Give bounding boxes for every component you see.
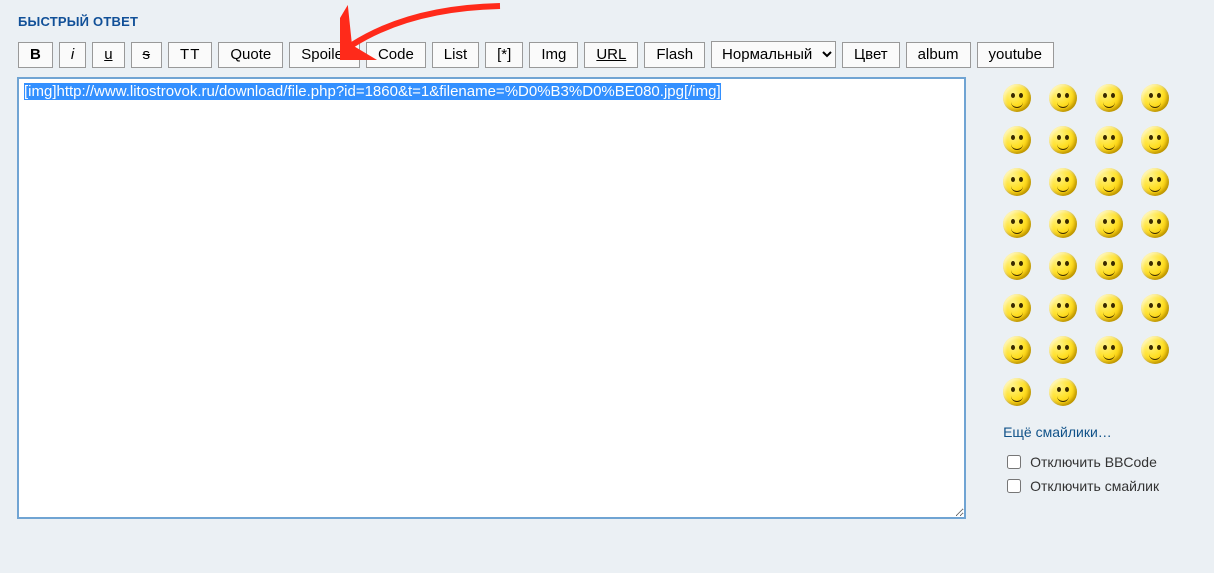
img-button[interactable]: Img	[529, 42, 578, 68]
smiley-pirate[interactable]	[1003, 84, 1031, 112]
smiley-laugh[interactable]	[1003, 252, 1031, 280]
smiley-blush[interactable]	[1049, 84, 1077, 112]
smiley-teeth[interactable]	[1095, 168, 1123, 196]
color-button[interactable]: Цвет	[842, 42, 900, 68]
smiley-clap[interactable]	[1003, 294, 1031, 322]
smiley-wave[interactable]	[1095, 210, 1123, 238]
disable-smilies-label: Отключить смайлик	[1030, 478, 1159, 494]
disable-smilies-checkbox[interactable]	[1007, 479, 1021, 493]
disable-bbcode-option[interactable]: Отключить BBCode	[1003, 452, 1196, 472]
smiley-sweat[interactable]	[1049, 210, 1077, 238]
disable-bbcode-checkbox[interactable]	[1007, 455, 1021, 469]
album-button[interactable]: album	[906, 42, 971, 68]
smiley-party[interactable]	[1049, 294, 1077, 322]
smiley-wink[interactable]	[1049, 168, 1077, 196]
smiley-crazy[interactable]	[1003, 378, 1031, 406]
smiley-shades[interactable]	[1049, 252, 1077, 280]
list-item-button[interactable]: [*]	[485, 42, 523, 68]
spoiler-button[interactable]: Spoiler	[289, 42, 360, 68]
list-button[interactable]: List	[432, 42, 479, 68]
smiley-tongue[interactable]	[1141, 336, 1169, 364]
smiley-frown[interactable]	[1141, 210, 1169, 238]
smiley-money[interactable]	[1095, 252, 1123, 280]
smiley-hmm[interactable]	[1095, 84, 1123, 112]
smiley-sleepy[interactable]	[1141, 294, 1169, 322]
smiley-angel[interactable]	[1141, 252, 1169, 280]
url-button[interactable]: URL	[584, 42, 638, 68]
quote-button[interactable]: Quote	[218, 42, 283, 68]
disable-smilies-option[interactable]: Отключить смайлик	[1003, 476, 1196, 496]
smiley-dizzy[interactable]	[1003, 168, 1031, 196]
smiley-thumbs[interactable]	[1003, 210, 1031, 238]
bold-button[interactable]: B	[18, 42, 53, 68]
smiley-thumbsup[interactable]	[1095, 336, 1123, 364]
smiley-hearts[interactable]	[1003, 126, 1031, 154]
code-button[interactable]: Code	[366, 42, 426, 68]
panel-title: БЫСТРЫЙ ОТВЕТ	[18, 14, 1196, 29]
youtube-button[interactable]: youtube	[977, 42, 1054, 68]
bbcode-toolbar: B i u s TT Quote Spoiler Code List [*] I…	[18, 41, 1196, 68]
smiley-ok[interactable]	[1003, 336, 1031, 364]
smiley-grid	[1003, 84, 1196, 406]
sidebar: Ещё смайлики… Отключить BBCode Отключить…	[965, 78, 1196, 500]
flash-button[interactable]: Flash	[644, 42, 705, 68]
italic-button[interactable]: i	[59, 42, 86, 68]
smiley-sun[interactable]	[1049, 336, 1077, 364]
smiley-dance[interactable]	[1049, 378, 1077, 406]
smiley-wow[interactable]	[1141, 168, 1169, 196]
tt-button[interactable]: TT	[168, 42, 212, 68]
smiley-smile[interactable]	[1141, 84, 1169, 112]
font-size-select[interactable]: Нормальный	[711, 41, 836, 68]
smiley-cool[interactable]	[1095, 126, 1123, 154]
smiley-grin[interactable]	[1141, 126, 1169, 154]
underline-button[interactable]: u	[92, 42, 124, 68]
smiley-bored[interactable]	[1049, 126, 1077, 154]
strike-button[interactable]: s	[131, 42, 163, 68]
smiley-cheer[interactable]	[1095, 294, 1123, 322]
message-textarea[interactable]	[18, 78, 965, 518]
more-smilies-link[interactable]: Ещё смайлики…	[1003, 424, 1112, 440]
disable-bbcode-label: Отключить BBCode	[1030, 454, 1157, 470]
